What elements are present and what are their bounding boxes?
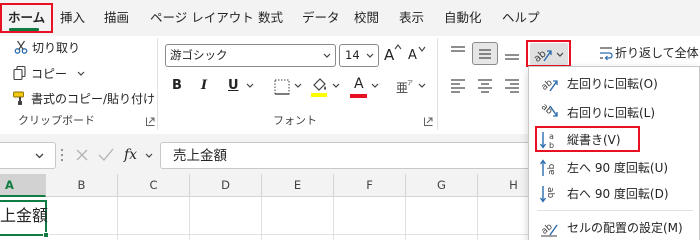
- menu-item-rotate-counterclockwise[interactable]: ab 左回りに回転(O): [529, 72, 700, 95]
- format-cell-alignment-icon: ab: [540, 222, 558, 237]
- scissors-icon[interactable]: [14, 40, 28, 54]
- ribbon-divider: [157, 38, 158, 130]
- decrease-font-size-button[interactable]: A: [408, 48, 417, 64]
- chevron-down-icon[interactable]: [371, 83, 379, 88]
- phonetic-guide-icon[interactable]: 亜 ア: [395, 78, 417, 96]
- dialog-launcher-icon[interactable]: [146, 117, 155, 126]
- formula-content: 売上金額: [173, 148, 227, 164]
- menu-item-label: 左回りに回転(O): [567, 77, 658, 91]
- name-box[interactable]: [0, 142, 56, 169]
- menu-bar: ホーム 挿入 描画 ページ レイアウト 数式 データ 校閲 表示 自動化 ヘルプ: [0, 0, 700, 36]
- font-group-label: フォント: [273, 114, 317, 127]
- svg-text:ab: ab: [540, 78, 555, 93]
- tab-formulas[interactable]: 数式: [258, 9, 283, 27]
- svg-text:ア: ア: [407, 80, 413, 87]
- column-header-g[interactable]: G: [406, 174, 478, 197]
- tab-insert[interactable]: 挿入: [60, 9, 85, 27]
- align-right-icon[interactable]: [503, 77, 521, 95]
- font-size-combobox[interactable]: 14: [339, 44, 379, 67]
- chevron-down-icon[interactable]: [366, 53, 374, 58]
- align-left-icon[interactable]: [449, 77, 467, 95]
- font-name-value: 游ゴシック: [170, 48, 228, 62]
- clipboard-group-label: クリップボード: [18, 114, 95, 127]
- insert-function-button[interactable]: fx: [124, 146, 137, 164]
- wrap-text-button[interactable]: 折り返して全体を表: [615, 45, 700, 61]
- formula-bar-grip-icon[interactable]: [60, 147, 64, 163]
- format-painter-icon[interactable]: [12, 90, 28, 106]
- svg-text:ab: ab: [539, 103, 554, 117]
- align-middle-button[interactable]: [472, 42, 498, 65]
- align-top-icon[interactable]: [449, 44, 467, 60]
- rotate-text-down-icon: ab: [539, 186, 555, 203]
- enter-check-icon[interactable]: [98, 148, 114, 162]
- borders-icon[interactable]: [272, 77, 292, 97]
- svg-text:ab: ab: [547, 163, 557, 175]
- fill-color-icon[interactable]: [309, 76, 329, 98]
- rotate-counterclockwise-icon: ab: [540, 78, 558, 93]
- font-size-value: 14: [345, 48, 360, 62]
- cut-button[interactable]: 切り取り: [32, 40, 80, 56]
- column-header-b[interactable]: B: [46, 174, 118, 197]
- menu-item-rotate-clockwise[interactable]: ab 右回りに回転(L): [529, 101, 700, 124]
- rotate-text-up-icon: ab: [539, 159, 557, 176]
- chevron-down-icon[interactable]: [246, 83, 254, 88]
- column-header-f[interactable]: F: [334, 174, 406, 197]
- chevron-down-icon[interactable]: [418, 83, 426, 88]
- svg-text:ab: ab: [545, 187, 555, 199]
- column-header-a-label[interactable]: A: [5, 178, 14, 193]
- align-bottom-icon[interactable]: [503, 44, 521, 62]
- dialog-launcher-icon[interactable]: [424, 117, 433, 126]
- column-header-d[interactable]: D: [190, 174, 262, 197]
- menu-item-label: 左へ 90 度回転(U): [567, 161, 669, 175]
- cell-a1-value: 上金額: [0, 206, 49, 225]
- bold-button[interactable]: B: [172, 78, 182, 94]
- underline-button[interactable]: U: [228, 78, 239, 94]
- copy-icon[interactable]: [12, 65, 28, 81]
- tab-view[interactable]: 表示: [399, 9, 424, 27]
- menu-item-label: セルの配置の設定(M): [567, 221, 683, 235]
- orientation-dropdown: ab 左回りに回転(O) ab 右回りに回転(L) a b 縦書き(V) ab …: [528, 66, 700, 240]
- font-color-button[interactable]: A: [354, 76, 364, 92]
- chevron-down-icon[interactable]: [294, 83, 302, 88]
- tab-data[interactable]: データ: [302, 9, 340, 27]
- italic-button[interactable]: I: [201, 78, 207, 94]
- chevron-down-icon[interactable]: [35, 153, 44, 159]
- menu-item-rotate-text-up[interactable]: ab 左へ 90 度回転(U): [529, 156, 700, 179]
- font-name-combobox[interactable]: 游ゴシック: [165, 44, 336, 67]
- increase-font-size-button[interactable]: A: [384, 46, 394, 64]
- chevron-down-icon[interactable]: [332, 83, 340, 88]
- tab-page-layout[interactable]: ページ レイアウト: [150, 9, 254, 27]
- tab-help[interactable]: ヘルプ: [502, 9, 540, 27]
- copy-button[interactable]: コピー: [31, 66, 67, 82]
- chevron-down-icon[interactable]: [145, 153, 153, 158]
- cancel-icon[interactable]: [75, 148, 89, 162]
- chevron-down-icon[interactable]: [323, 53, 331, 58]
- svg-text:ab: ab: [540, 222, 555, 237]
- wrap-text-icon[interactable]: [598, 45, 614, 61]
- chevron-down-icon[interactable]: [77, 71, 85, 76]
- ribbon-divider: [437, 38, 438, 130]
- menu-item-format-cell-alignment[interactable]: ab セルの配置の設定(M): [529, 216, 700, 239]
- column-header-e[interactable]: E: [262, 174, 334, 197]
- tab-draw[interactable]: 描画: [104, 9, 129, 27]
- rotate-clockwise-icon: ab: [539, 103, 558, 117]
- caret-up-icon: [394, 44, 402, 50]
- font-color-swatch: [350, 94, 367, 98]
- menu-separator: [537, 210, 693, 211]
- fill-handle[interactable]: [43, 232, 49, 238]
- caret-down-icon: [418, 46, 426, 52]
- tab-automate[interactable]: 自動化: [444, 9, 482, 27]
- vertical-text-highlight: [535, 126, 640, 152]
- align-center-icon[interactable]: [476, 77, 494, 95]
- align-middle-icon: [479, 49, 491, 59]
- formula-input[interactable]: 売上金額: [160, 142, 530, 169]
- home-tab-highlight: [0, 3, 53, 33]
- menu-item-rotate-text-down[interactable]: ab 右へ 90 度回転(D): [529, 182, 700, 205]
- format-painter-button[interactable]: 書式のコピー/貼り付け: [31, 91, 155, 107]
- tab-review[interactable]: 校閲: [354, 9, 379, 27]
- menu-item-label: 右回りに回転(L): [567, 106, 656, 120]
- menu-item-label: 右へ 90 度回転(D): [567, 187, 669, 201]
- orientation-button-highlight: [526, 40, 571, 67]
- column-header-c[interactable]: C: [118, 174, 190, 197]
